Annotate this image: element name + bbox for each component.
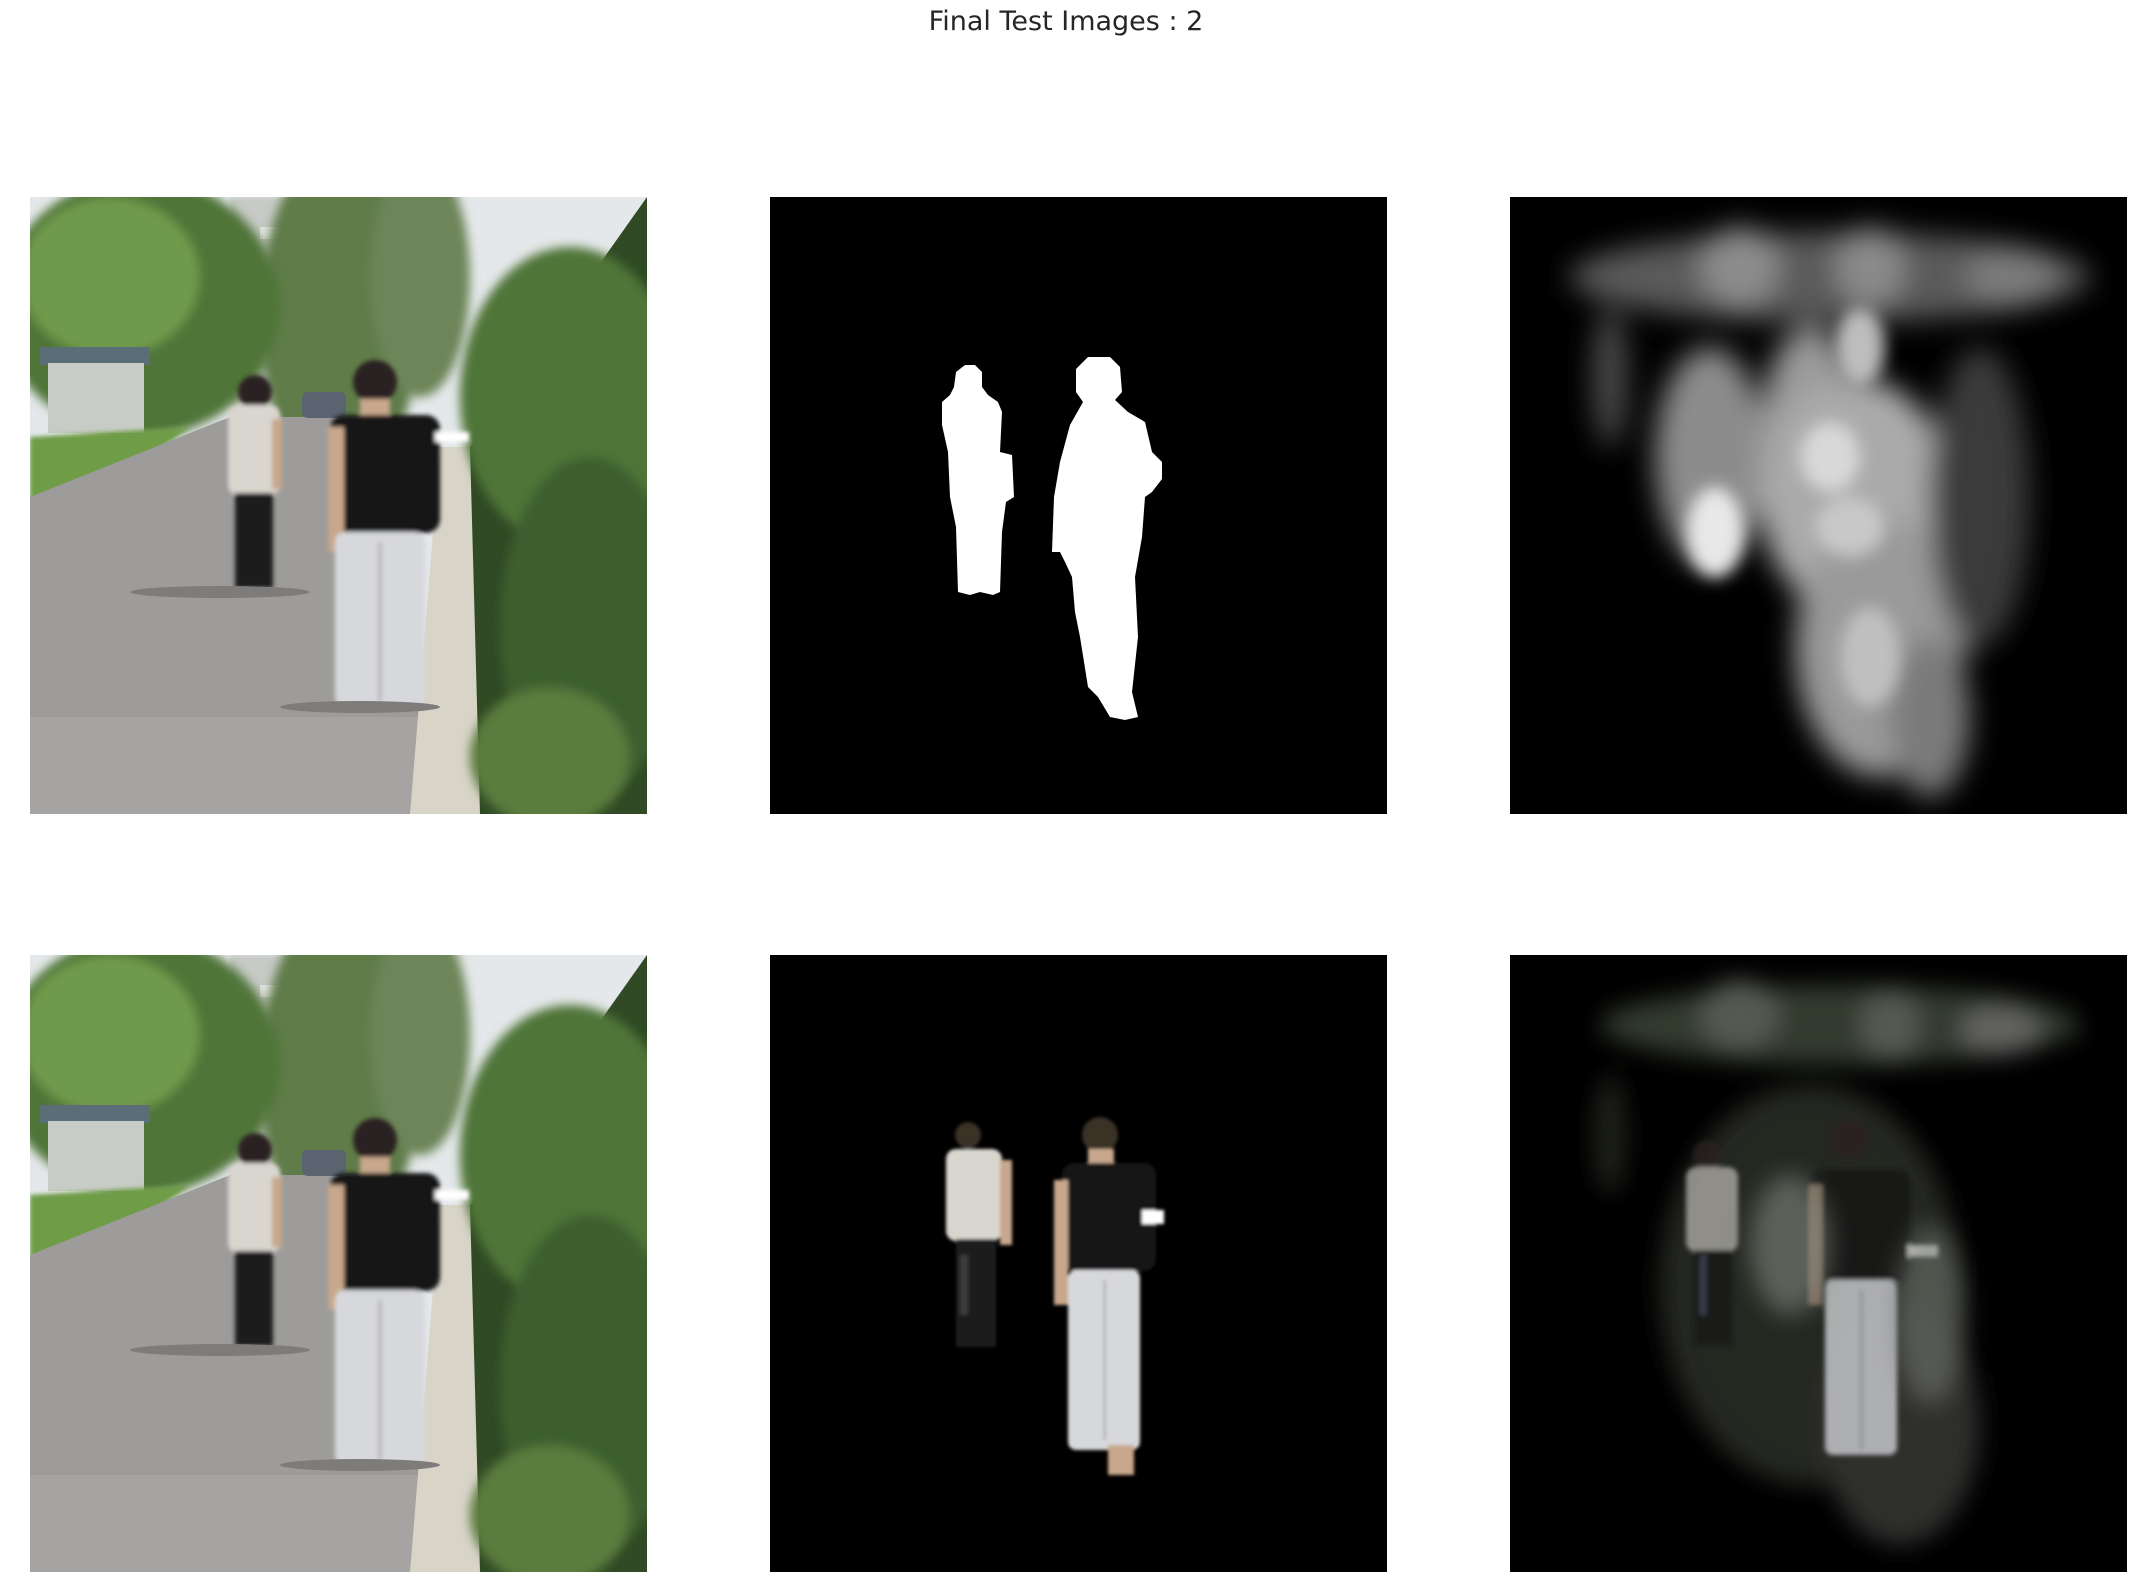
figure-title: Final Test Images : 2 <box>928 6 1204 37</box>
masked-people <box>770 955 1387 1572</box>
street-photo-row1 <box>30 197 647 814</box>
ground-truth-masked-row2 <box>770 955 1387 1572</box>
prediction-masked-row2 <box>1510 955 2127 1572</box>
input-image-row1 <box>30 197 647 814</box>
predicted-saliency-row1 <box>1510 197 2127 814</box>
binary-mask <box>770 197 1387 814</box>
input-image-row2 <box>30 955 647 1572</box>
soft-masked-photo <box>1510 955 2127 1572</box>
street-photo-row2 <box>30 955 647 1572</box>
ground-truth-mask-row1 <box>770 197 1387 814</box>
saliency-heatmap <box>1510 197 2127 814</box>
